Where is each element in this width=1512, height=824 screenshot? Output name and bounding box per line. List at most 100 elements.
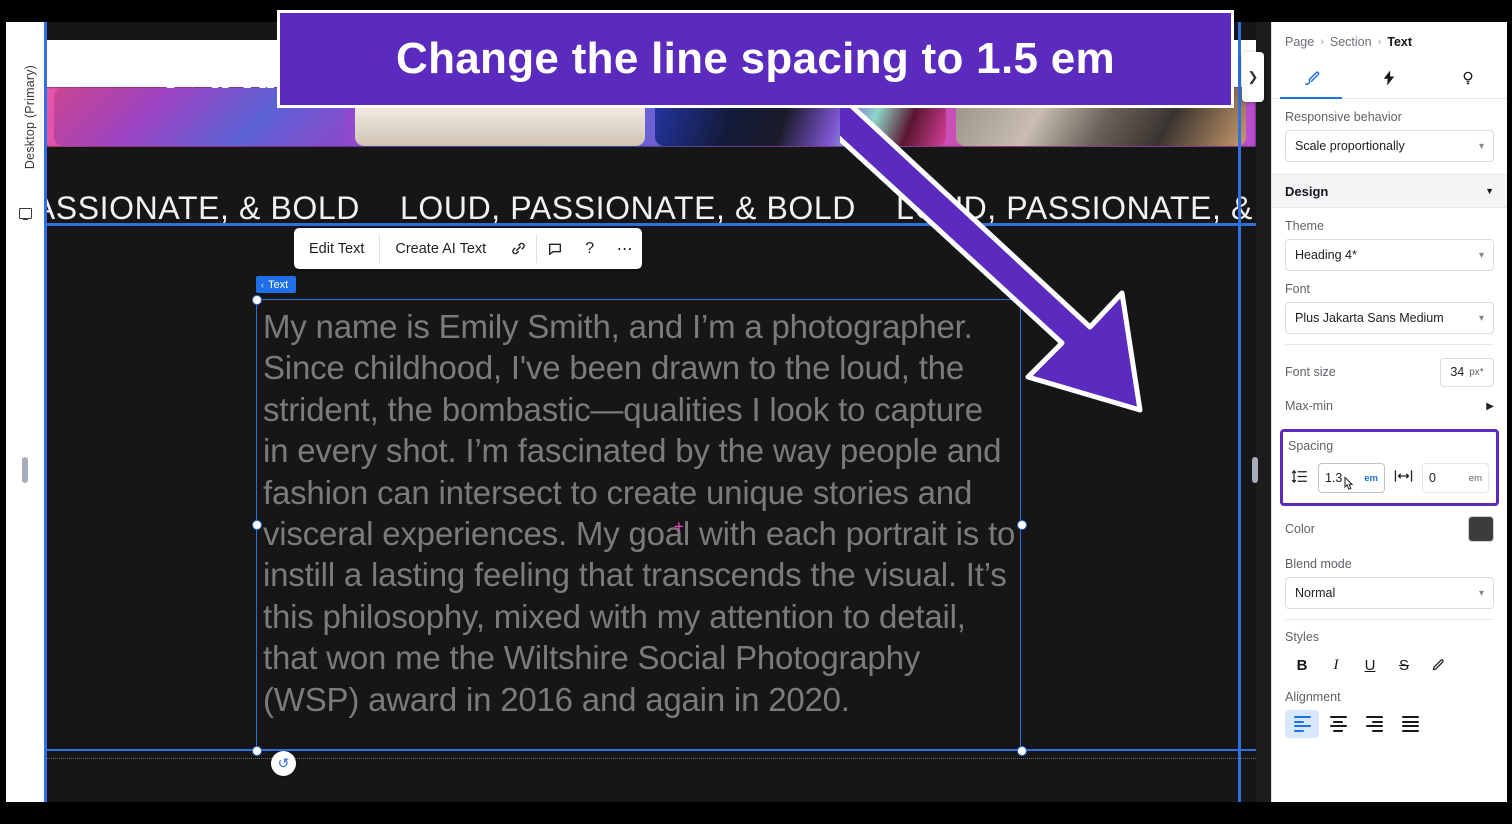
properties-panel: Page › Section › Text Responsive behavio…	[1271, 22, 1507, 802]
resize-handle-middle-right[interactable]	[1017, 520, 1027, 530]
align-right-icon	[1365, 716, 1383, 732]
theme-label: Theme	[1285, 219, 1324, 233]
breadcrumb-page[interactable]: Page	[1285, 35, 1314, 49]
crosshair-cursor-icon: +	[674, 517, 684, 536]
breadcrumb-separator: ›	[1377, 36, 1382, 48]
canvas-right-edge	[1238, 22, 1241, 802]
tab-design[interactable]	[1272, 58, 1350, 99]
chevron-down-icon: ▾	[1478, 587, 1484, 599]
blend-mode-select[interactable]: Normal ▾	[1285, 577, 1494, 609]
edit-style-button[interactable]	[1421, 650, 1455, 680]
resize-handle-bottom-right[interactable]	[1017, 746, 1027, 756]
breadcrumb-current: Text	[1387, 35, 1413, 49]
color-swatch[interactable]	[1468, 516, 1494, 542]
theme-select[interactable]: Heading 4* ▾	[1285, 239, 1494, 271]
create-ai-text-button[interactable]: Create AI Text	[380, 228, 501, 269]
instruction-banner: Change the line spacing to 1.5 em	[277, 10, 1234, 108]
max-min-row[interactable]: Max-min ▶	[1272, 389, 1507, 423]
chevron-down-icon: ▾	[1478, 312, 1484, 324]
resize-handle-top-left[interactable]	[252, 295, 262, 305]
chevron-left-icon: ‹	[261, 279, 264, 290]
font-select[interactable]: Plus Jakarta Sans Medium ▾	[1285, 302, 1494, 334]
responsive-behavior-select[interactable]: Scale proportionally ▾	[1285, 130, 1494, 162]
more-options-button[interactable]: ⋯	[607, 228, 642, 269]
canvas-resize-handle-left[interactable]	[22, 457, 28, 483]
color-label: Color	[1285, 522, 1315, 536]
responsive-behavior-value: Scale proportionally	[1295, 139, 1405, 153]
font-value: Plus Jakarta Sans Medium	[1295, 311, 1444, 325]
align-justify-icon	[1401, 716, 1419, 732]
panel-collapse-button[interactable]: ❯	[1242, 52, 1264, 102]
font-label: Font	[1285, 282, 1311, 296]
text-styles-row: B I U S	[1272, 646, 1507, 680]
breadcrumb-separator: ›	[1320, 36, 1324, 48]
star-icon	[873, 200, 879, 216]
design-section-header[interactable]: Design ▼	[1272, 174, 1507, 208]
help-button[interactable]: ?	[572, 228, 607, 269]
align-right-button[interactable]	[1357, 710, 1391, 738]
font-size-input[interactable]: 34 px*	[1440, 357, 1494, 387]
letter-spacing-input[interactable]: 0 em	[1421, 463, 1489, 493]
line-spacing-unit: em	[1364, 472, 1378, 484]
line-spacing-icon	[1290, 469, 1309, 488]
align-center-button[interactable]	[1321, 710, 1355, 738]
section-selection-top-border	[44, 223, 1256, 226]
chevron-down-icon: ▼	[1485, 186, 1494, 196]
selection-label: Text	[268, 278, 289, 291]
page-canvas: CAIN LOUD, PASSIONATE, & BOLD LOUD, PASS…	[44, 22, 1256, 802]
canvas-left-edge	[44, 22, 47, 802]
max-min-label: Max-min	[1285, 399, 1333, 413]
font-size-row: Font size 34 px*	[1272, 355, 1507, 389]
letter-spacing-unit: em	[1468, 472, 1482, 484]
comment-icon[interactable]	[537, 228, 572, 269]
viewport-label: Desktop (Primary)	[23, 64, 37, 170]
resize-handle-bottom-left[interactable]	[252, 746, 262, 756]
text-element-selection-box[interactable]: My name is Emily Smith, and I’m a photog…	[256, 299, 1021, 750]
responsive-behavior-group: Responsive behavior Scale proportionally…	[1272, 110, 1507, 162]
marquee-text: LOUD, PASSIONATE, & BOLD	[44, 189, 360, 226]
star-icon	[377, 200, 383, 216]
tab-insights[interactable]	[1429, 58, 1507, 98]
letter-spacing-value: 0	[1428, 471, 1436, 485]
theme-group: Theme Heading 4* ▾ Font Plus Jakarta San…	[1272, 219, 1507, 345]
panel-tabs	[1272, 58, 1507, 99]
blend-mode-value: Normal	[1295, 586, 1336, 600]
breadcrumb-section[interactable]: Section	[1330, 35, 1372, 49]
strikethrough-button[interactable]: S	[1387, 650, 1421, 680]
font-size-value: 34	[1450, 365, 1465, 379]
canvas-resize-handle-right[interactable]	[1252, 457, 1258, 483]
align-left-button[interactable]	[1285, 710, 1319, 738]
letter-spacing-icon	[1394, 469, 1413, 487]
chevron-down-icon: ▾	[1478, 249, 1484, 261]
marquee-text: LOUD, PASSIONATE, & BOLD	[896, 189, 1256, 226]
breadcrumb: Page › Section › Text	[1272, 22, 1507, 58]
marquee-text: LOUD, PASSIONATE, & BOLD	[400, 189, 856, 226]
responsive-behavior-label: Responsive behavior	[1285, 110, 1402, 124]
line-spacing-input[interactable]: 1.3 em	[1317, 463, 1385, 493]
rotate-handle-icon[interactable]: ↺	[271, 751, 296, 776]
resize-handle-middle-left[interactable]	[252, 520, 262, 530]
italic-button[interactable]: I	[1319, 650, 1353, 680]
selection-label-text[interactable]: ‹ Text	[256, 276, 297, 293]
font-size-unit: px*	[1469, 366, 1484, 378]
divider	[1285, 344, 1494, 345]
screenshot-root: Desktop (Primary) CAIN LOUD, PASSIONATE,…	[0, 0, 1512, 824]
align-left-icon	[1293, 716, 1311, 732]
align-justify-button[interactable]	[1393, 710, 1427, 738]
tab-interactions[interactable]	[1350, 58, 1428, 98]
design-section-title: Design	[1285, 183, 1329, 199]
line-spacing-value: 1.3	[1324, 471, 1343, 485]
edit-text-button[interactable]: Edit Text	[294, 228, 379, 269]
instruction-text: Change the line spacing to 1.5 em	[396, 34, 1115, 83]
chevron-right-icon: ▶	[1486, 400, 1494, 412]
spacing-label: Spacing	[1288, 439, 1334, 453]
left-rail: Desktop (Primary)	[6, 22, 45, 802]
resize-handle-top-right[interactable]	[1017, 295, 1027, 305]
layout-guide-line	[44, 758, 1256, 759]
divider	[1285, 619, 1494, 620]
bold-button[interactable]: B	[1285, 650, 1319, 680]
alignment-label: Alignment	[1285, 690, 1341, 704]
underline-button[interactable]: U	[1353, 650, 1387, 680]
blend-mode-group: Blend mode Normal ▾ Styles	[1272, 557, 1507, 644]
link-icon[interactable]	[501, 228, 536, 269]
